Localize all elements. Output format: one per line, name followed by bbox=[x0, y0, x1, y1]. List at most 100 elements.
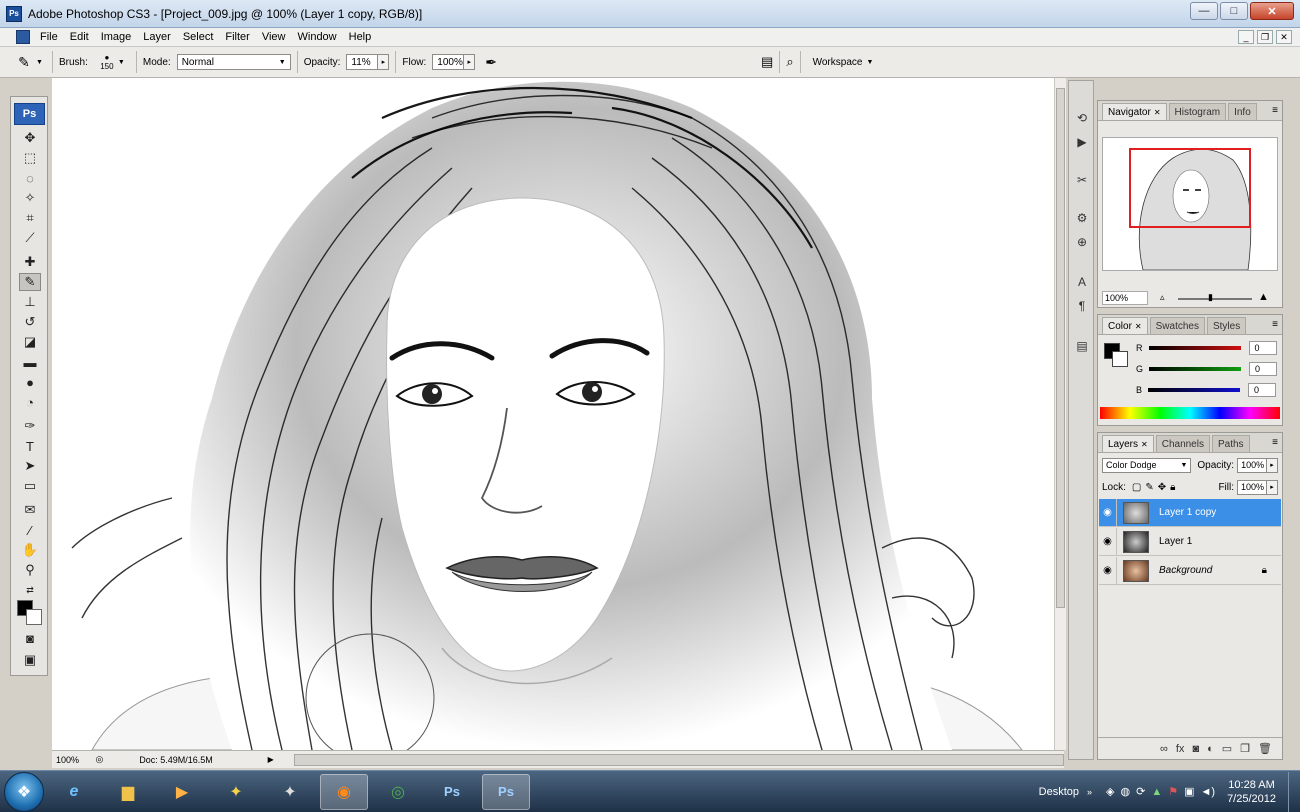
zoom-tool-icon[interactable]: ⚲ bbox=[19, 561, 41, 579]
doc-close-button[interactable]: ✕ bbox=[1276, 30, 1292, 44]
brush-opacity-field[interactable]: 11% bbox=[346, 54, 379, 70]
new-layer-icon[interactable]: ❐ bbox=[1240, 742, 1250, 755]
menu-edit[interactable]: Edit bbox=[64, 31, 95, 43]
chrome-icon[interactable]: ◎ bbox=[374, 774, 422, 810]
menu-select[interactable]: Select bbox=[177, 31, 220, 43]
layer-mask-icon[interactable]: ◙ bbox=[1192, 743, 1199, 755]
layer-row[interactable]: ◉ Layer 1 copy bbox=[1099, 498, 1281, 527]
doc-restore-button[interactable]: ❐ bbox=[1257, 30, 1273, 44]
internet-explorer-icon[interactable]: e bbox=[50, 774, 98, 810]
menu-image[interactable]: Image bbox=[95, 31, 138, 43]
red-slider[interactable] bbox=[1148, 346, 1241, 350]
tab-histogram[interactable]: Histogram bbox=[1168, 103, 1227, 120]
tray-monitor-icon[interactable]: ▣ bbox=[1184, 785, 1194, 798]
swap-colors-icon[interactable]: ⇄ bbox=[19, 581, 41, 599]
eye-icon[interactable]: ◉ bbox=[1099, 556, 1117, 585]
panel-menu-icon[interactable]: ≡ bbox=[1272, 437, 1278, 448]
clone-stamp-tool-icon[interactable]: ⊥ bbox=[19, 293, 41, 311]
tray-sync-icon[interactable]: ⟳ bbox=[1136, 785, 1145, 798]
layer-style-icon[interactable]: fx bbox=[1176, 743, 1185, 755]
brush-tool-preset-icon[interactable]: ✎ bbox=[12, 54, 36, 71]
close-button[interactable]: ✕ bbox=[1250, 2, 1294, 20]
brushes-panel-icon[interactable]: ⚙ bbox=[1072, 209, 1092, 227]
hand-tool-icon[interactable]: ✋ bbox=[19, 541, 41, 559]
layer-opacity-field[interactable]: 100% bbox=[1237, 457, 1268, 473]
document-icon[interactable] bbox=[16, 30, 30, 44]
color-spectrum-ramp[interactable] bbox=[1100, 407, 1280, 419]
tool-presets-icon[interactable]: ✂ bbox=[1072, 171, 1092, 189]
volume-icon[interactable]: ◄) bbox=[1201, 786, 1216, 798]
zoom-out-icon[interactable]: ▵ bbox=[1160, 292, 1165, 303]
eye-icon[interactable]: ◉ bbox=[1099, 527, 1117, 556]
document-canvas[interactable] bbox=[52, 78, 1064, 750]
color-background-swatch[interactable] bbox=[1112, 351, 1128, 367]
paragraph-panel-icon[interactable]: ¶ bbox=[1072, 297, 1092, 315]
flow-slider-button[interactable]: ▸ bbox=[463, 54, 476, 70]
brush-tool-icon[interactable]: ✎ bbox=[19, 273, 41, 291]
show-desktop-button[interactable] bbox=[1288, 771, 1300, 812]
path-selection-tool-icon[interactable]: ➤ bbox=[19, 457, 41, 475]
firefox-icon[interactable]: ◉ bbox=[320, 773, 368, 810]
tab-styles[interactable]: Styles bbox=[1206, 317, 1247, 334]
status-zoom[interactable]: 100% bbox=[56, 755, 96, 765]
canvas-vertical-scrollbar[interactable] bbox=[1054, 78, 1066, 750]
minimize-button[interactable]: — bbox=[1190, 2, 1218, 20]
new-group-icon[interactable]: ▭ bbox=[1222, 742, 1232, 755]
game-launcher-icon[interactable]: ✦ bbox=[212, 774, 260, 810]
adjustment-layer-icon[interactable]: ◐ bbox=[1207, 743, 1214, 755]
type-tool-icon[interactable]: T bbox=[19, 437, 41, 455]
green-slider[interactable] bbox=[1149, 367, 1242, 371]
background-color-swatch[interactable] bbox=[26, 609, 42, 625]
doc-minimize-button[interactable]: _ bbox=[1238, 30, 1254, 44]
tray-updates-icon[interactable]: ▲ bbox=[1151, 786, 1162, 798]
tray-app-icon[interactable]: ◈ bbox=[1106, 785, 1114, 798]
tab-info[interactable]: Info bbox=[1228, 103, 1257, 120]
dodge-tool-icon[interactable]: ◔ bbox=[19, 393, 41, 411]
history-brush-tool-icon[interactable]: ↺ bbox=[19, 313, 41, 331]
close-icon[interactable]: ✕ bbox=[1154, 108, 1161, 117]
tab-channels[interactable]: Channels bbox=[1155, 435, 1210, 452]
workspace-menu[interactable]: Workspace bbox=[813, 57, 863, 68]
screen-mode-icon[interactable]: ▣ bbox=[19, 651, 41, 669]
zoom-slider-handle-icon[interactable]: ▮ bbox=[1208, 292, 1213, 303]
flow-field[interactable]: 100% bbox=[432, 54, 465, 70]
maximize-button[interactable]: □ bbox=[1220, 2, 1248, 20]
navigator-thumbnail[interactable] bbox=[1102, 137, 1278, 271]
airbrush-icon[interactable]: ✒ bbox=[485, 54, 497, 71]
menu-view[interactable]: View bbox=[256, 31, 292, 43]
tab-layers[interactable]: Layers ✕ bbox=[1102, 435, 1154, 452]
brush-picker[interactable]: ● 150 bbox=[96, 53, 118, 71]
scrollbar-thumb[interactable] bbox=[1056, 88, 1065, 608]
desktop-toolbar-label[interactable]: Desktop bbox=[1039, 786, 1079, 798]
blend-mode-select[interactable]: Color Dodge ▼ bbox=[1102, 457, 1192, 473]
blue-value-field[interactable]: 0 bbox=[1248, 383, 1277, 397]
brush-dropdown-icon[interactable]: ▼ bbox=[118, 59, 130, 66]
horizontal-scrollbar[interactable] bbox=[293, 753, 1065, 766]
menu-file[interactable]: File bbox=[34, 31, 64, 43]
close-icon[interactable]: ✕ bbox=[1135, 322, 1142, 331]
tab-paths[interactable]: Paths bbox=[1211, 435, 1250, 452]
status-menu-arrow-icon[interactable]: ▶ bbox=[268, 755, 274, 764]
show-more-icon[interactable]: » bbox=[1087, 787, 1092, 797]
blur-tool-icon[interactable]: ● bbox=[19, 373, 41, 391]
layer-row[interactable]: ◉ Background 🔒︎ bbox=[1099, 556, 1281, 585]
red-value-field[interactable]: 0 bbox=[1248, 341, 1277, 355]
eraser-tool-icon[interactable]: ◪ bbox=[19, 333, 41, 351]
tab-navigator[interactable]: Navigator ✕ bbox=[1102, 103, 1167, 120]
green-value-field[interactable]: 0 bbox=[1249, 362, 1278, 376]
close-icon[interactable]: ✕ bbox=[1141, 440, 1148, 449]
move-tool-icon[interactable]: ✥ bbox=[19, 129, 41, 147]
mode-select[interactable]: Normal ▼ bbox=[176, 54, 291, 70]
gradient-tool-icon[interactable]: ▬ bbox=[19, 353, 41, 371]
start-button[interactable]: ❖ bbox=[4, 771, 44, 812]
tray-network-icon[interactable]: ◍ bbox=[1121, 785, 1131, 798]
bridge-icon[interactable]: ⌕ bbox=[786, 54, 793, 70]
menu-filter[interactable]: Filter bbox=[219, 31, 255, 43]
menu-layer[interactable]: Layer bbox=[137, 31, 177, 43]
lock-all-icon[interactable]: 🔒︎ bbox=[1170, 482, 1175, 493]
trash-icon[interactable]: 🗑︎ bbox=[1258, 742, 1272, 755]
eye-icon[interactable]: ◉ bbox=[1099, 498, 1117, 527]
fill-slider-button[interactable]: ▸ bbox=[1266, 479, 1278, 495]
tool-palette-toggle-icon[interactable]: ▤ bbox=[761, 54, 773, 70]
lock-transparent-icon[interactable]: ▢ bbox=[1132, 482, 1141, 493]
